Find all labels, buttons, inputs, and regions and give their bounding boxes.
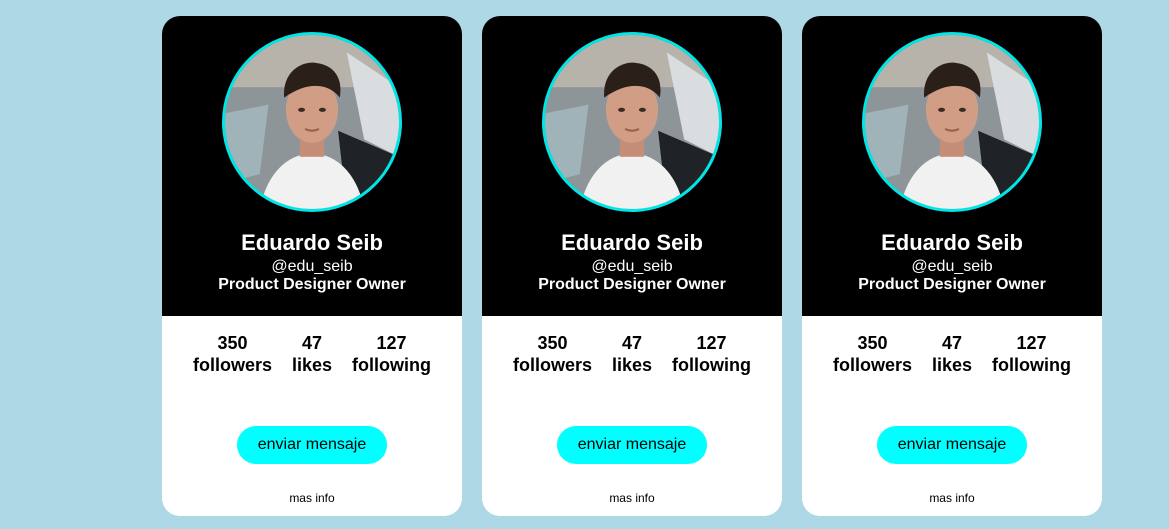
profile-header: Eduardo Seib @edu_seib Product Designer … — [482, 16, 782, 316]
stat-following: 127 following — [352, 332, 431, 376]
more-info-link[interactable]: mas info — [289, 491, 334, 505]
stat-label: following — [352, 355, 432, 375]
stat-value: 127 — [1016, 333, 1047, 353]
profile-header: Eduardo Seib @edu_seib Product Designer … — [802, 16, 1102, 316]
stat-value: 350 — [857, 333, 888, 353]
profile-handle: @edu_seib — [591, 258, 673, 275]
profile-card: Eduardo Seib @edu_seib Product Designer … — [162, 16, 462, 516]
avatar — [222, 32, 402, 212]
profile-header: Eduardo Seib @edu_seib Product Designer … — [162, 16, 462, 316]
stat-label: following — [992, 355, 1072, 375]
avatar-photo — [545, 35, 719, 209]
stat-likes: 47 likes — [612, 332, 652, 376]
profile-actions: enviar mensaje mas info — [482, 376, 782, 505]
avatar — [542, 32, 722, 212]
stat-followers: 350 followers — [193, 332, 272, 376]
stat-label: followers — [512, 355, 592, 375]
profile-name: Eduardo Seib — [241, 230, 383, 255]
stat-value: 47 — [301, 333, 323, 353]
avatar-photo — [865, 35, 1039, 209]
stat-label: followers — [192, 355, 272, 375]
send-message-button[interactable]: enviar mensaje — [237, 426, 387, 464]
profile-name: Eduardo Seib — [561, 230, 703, 255]
stat-value: 47 — [941, 333, 963, 353]
profile-role: Product Designer Owner — [218, 276, 406, 293]
stat-value: 350 — [537, 333, 568, 353]
stat-following: 127 following — [672, 332, 751, 376]
stat-label: likes — [291, 355, 333, 375]
stat-value: 127 — [376, 333, 407, 353]
profile-name: Eduardo Seib — [881, 230, 1023, 255]
profile-stats: 350 followers 47 likes 127 following — [802, 332, 1102, 376]
more-info-link[interactable]: mas info — [929, 491, 974, 505]
stat-value: 127 — [696, 333, 727, 353]
profile-role: Product Designer Owner — [858, 276, 1046, 293]
stat-label: followers — [832, 355, 912, 375]
profile-card: Eduardo Seib @edu_seib Product Designer … — [802, 16, 1102, 516]
stat-value: 350 — [217, 333, 248, 353]
stat-followers: 350 followers — [513, 332, 592, 376]
stat-following: 127 following — [992, 332, 1071, 376]
profile-cards: Eduardo Seib @edu_seib Product Designer … — [162, 16, 1102, 516]
stat-value: 47 — [621, 333, 643, 353]
stat-likes: 47 likes — [292, 332, 332, 376]
stat-label: likes — [611, 355, 653, 375]
stat-followers: 350 followers — [833, 332, 912, 376]
avatar — [862, 32, 1042, 212]
send-message-button[interactable]: enviar mensaje — [557, 426, 707, 464]
profile-actions: enviar mensaje mas info — [162, 376, 462, 505]
profile-role: Product Designer Owner — [538, 276, 726, 293]
avatar-photo — [225, 35, 399, 209]
more-info-link[interactable]: mas info — [609, 491, 654, 505]
stat-label: likes — [931, 355, 973, 375]
send-message-button[interactable]: enviar mensaje — [877, 426, 1027, 464]
profile-stats: 350 followers 47 likes 127 following — [162, 332, 462, 376]
profile-handle: @edu_seib — [911, 258, 993, 275]
profile-actions: enviar mensaje mas info — [802, 376, 1102, 505]
profile-stats: 350 followers 47 likes 127 following — [482, 332, 782, 376]
profile-card: Eduardo Seib @edu_seib Product Designer … — [482, 16, 782, 516]
profile-handle: @edu_seib — [271, 258, 353, 275]
stat-label: following — [672, 355, 752, 375]
stat-likes: 47 likes — [932, 332, 972, 376]
